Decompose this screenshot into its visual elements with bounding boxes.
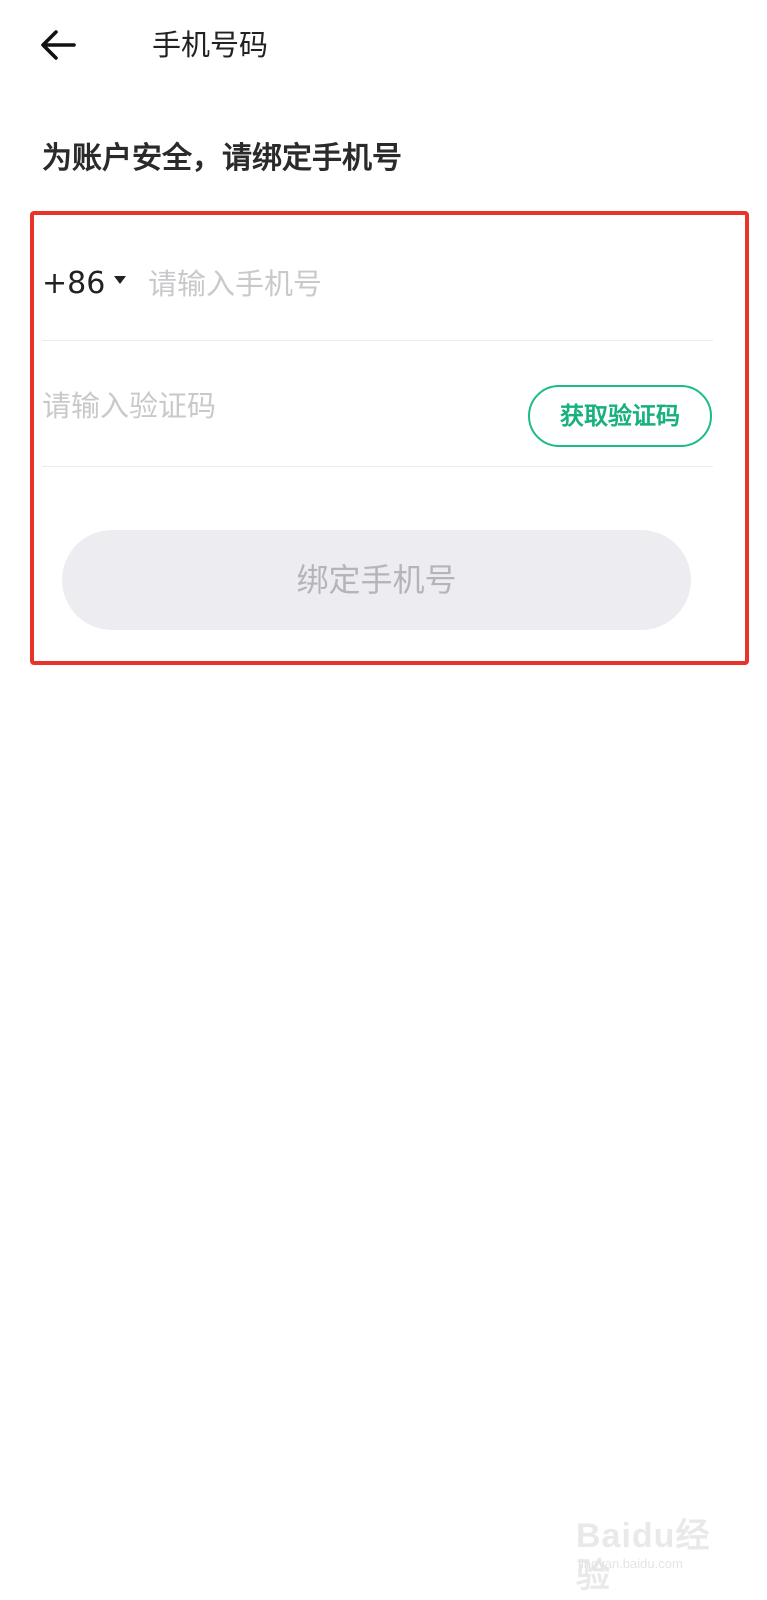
top-bar: 手机号码	[0, 0, 767, 92]
page-title: 手机号码	[152, 28, 269, 62]
get-code-button[interactable]: 获取验证码	[528, 385, 712, 447]
back-button[interactable]	[36, 24, 80, 68]
phone-number-input[interactable]	[148, 260, 688, 308]
bind-phone-button[interactable]: 绑定手机号	[62, 530, 691, 630]
baidu-jingyan-watermark: Baidu经验 jingyan.baidu.com	[576, 1516, 726, 1595]
watermark-url-text: jingyan.baidu.com	[578, 1556, 683, 1571]
phone-number-row: +86	[42, 248, 713, 341]
country-code-selector[interactable]: +86	[42, 264, 105, 304]
page-subtitle: 为账户安全，请绑定手机号	[42, 141, 402, 176]
caret-down-icon[interactable]	[114, 276, 126, 284]
verification-code-row: 获取验证码	[42, 342, 713, 467]
arrow-left-icon	[41, 30, 76, 60]
verification-code-input[interactable]	[42, 382, 502, 430]
